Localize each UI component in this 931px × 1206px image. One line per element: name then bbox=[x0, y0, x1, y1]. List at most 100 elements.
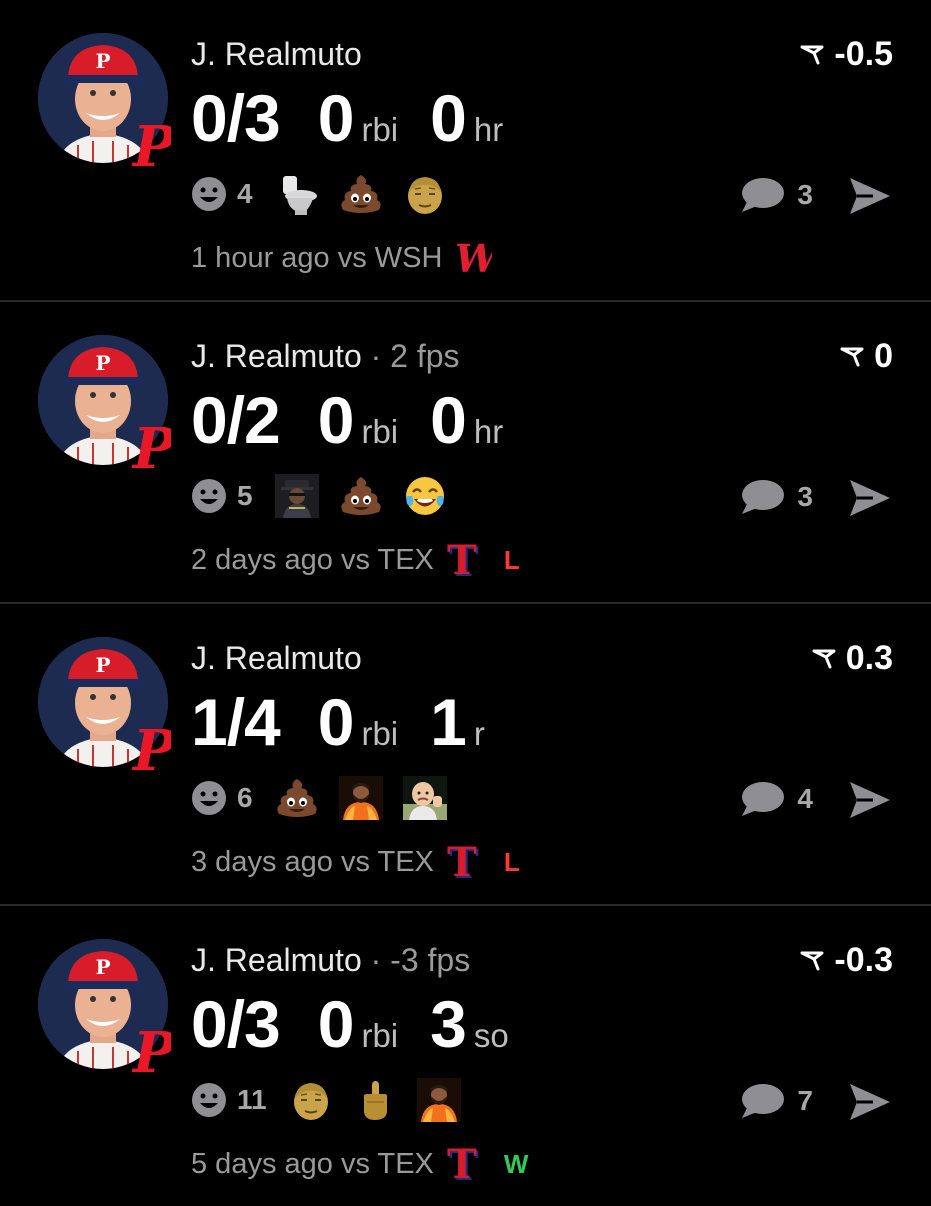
phillies-logo-icon: P bbox=[131, 1022, 171, 1078]
reaction-count: 4 bbox=[237, 178, 253, 209]
stat-line: 0/2 0 rbi 0 hr bbox=[191, 382, 535, 457]
game-info[interactable]: 1 hour ago vs WSH W bbox=[191, 236, 512, 281]
game-card-1[interactable]: P P J. Realmuto -0.5 0/3 0 rbi 0 hr 4 3 … bbox=[0, 0, 931, 300]
game-info[interactable]: 3 days ago vs TEX TT L bbox=[191, 839, 520, 888]
stat-value: 0 bbox=[317, 81, 355, 155]
svg-text:T: T bbox=[447, 1144, 477, 1184]
share-send-icon[interactable] bbox=[847, 476, 893, 520]
stat-unit: rbi bbox=[361, 1017, 399, 1054]
player-name-line[interactable]: J. Realmuto · 2 fps bbox=[191, 338, 460, 375]
share-send-icon[interactable] bbox=[847, 1080, 893, 1124]
player-name[interactable]: J. Realmuto bbox=[191, 36, 362, 72]
game-feed: P P J. Realmuto -0.5 0/3 0 rbi 0 hr 4 3 … bbox=[0, 0, 931, 1200]
value-delta: 0.3 bbox=[812, 639, 893, 678]
comments-button[interactable]: 4 bbox=[739, 780, 813, 818]
game-card-4[interactable]: P P J. Realmuto · -3 fps -0.3 0/3 0 rbi 3 so… bbox=[0, 906, 931, 1206]
trend-indicator-icon bbox=[800, 45, 824, 64]
tears-of-joy-icon[interactable] bbox=[403, 474, 447, 518]
poop-icon[interactable] bbox=[339, 474, 383, 518]
game-info[interactable]: 2 days ago vs TEX TT L bbox=[191, 537, 520, 586]
reactions-bar[interactable]: 6 bbox=[191, 776, 467, 820]
game-info[interactable]: 5 days ago vs TEX TT W bbox=[191, 1141, 529, 1190]
player-name[interactable]: J. Realmuto bbox=[191, 640, 362, 676]
stat-value: 0/3 bbox=[191, 81, 281, 155]
reaction-count: 6 bbox=[237, 782, 253, 813]
comment-bubble-icon bbox=[742, 480, 785, 514]
stat-value: 0 bbox=[317, 685, 355, 759]
comment-count: 7 bbox=[797, 1085, 813, 1116]
game-card-2[interactable]: P P J. Realmuto · 2 fps 0 0/2 0 rbi 0 hr 5 bbox=[0, 302, 931, 602]
drake-gif-icon[interactable] bbox=[416, 1078, 461, 1122]
stat-unit: so bbox=[473, 1017, 509, 1054]
stat-value: 1/4 bbox=[191, 685, 281, 759]
rangers-logo-icon: TT bbox=[444, 1141, 484, 1190]
stat-unit: hr bbox=[473, 111, 504, 148]
comments-button[interactable]: 3 bbox=[739, 176, 813, 214]
svg-text:P: P bbox=[95, 49, 110, 73]
reaction-count: 11 bbox=[237, 1084, 267, 1115]
comment-bubble-icon bbox=[742, 1084, 785, 1118]
game-time-opponent: 3 days ago vs TEX bbox=[191, 845, 434, 878]
svg-text:P: P bbox=[95, 351, 110, 375]
stat-value: 0 bbox=[317, 383, 355, 457]
rapper-gif-icon[interactable] bbox=[274, 474, 319, 518]
comments-button[interactable]: 7 bbox=[739, 1082, 813, 1120]
reactions-bar[interactable]: 4 bbox=[191, 172, 467, 216]
smiley-reaction-icon[interactable] bbox=[191, 780, 227, 816]
comments-button[interactable]: 3 bbox=[739, 478, 813, 516]
delta-value: -0.5 bbox=[834, 35, 893, 73]
game-time-opponent: 2 days ago vs TEX bbox=[191, 543, 434, 576]
middle-finger-icon[interactable] bbox=[353, 1078, 397, 1122]
fps-score: · 2 fps bbox=[361, 338, 460, 374]
smiley-reaction-icon[interactable] bbox=[191, 1082, 227, 1118]
player-name-line[interactable]: J. Realmuto bbox=[191, 640, 362, 677]
stat-value: 3 bbox=[430, 987, 467, 1061]
player-name-line[interactable]: J. Realmuto · -3 fps bbox=[191, 942, 470, 979]
comment-bubble-icon bbox=[742, 782, 785, 816]
share-send-icon[interactable] bbox=[847, 778, 893, 822]
player-name[interactable]: J. Realmuto bbox=[191, 338, 362, 374]
trend-indicator-icon bbox=[812, 649, 836, 668]
share-send-icon[interactable] bbox=[847, 174, 893, 218]
reaction-count: 5 bbox=[237, 480, 253, 511]
stat-value: 0/2 bbox=[191, 383, 281, 457]
delta-value: 0 bbox=[874, 337, 893, 375]
delta-value: 0.3 bbox=[845, 639, 893, 677]
toilet-icon[interactable] bbox=[275, 172, 319, 216]
smiley-reaction-icon[interactable] bbox=[191, 176, 227, 212]
delta-value: -0.3 bbox=[834, 941, 893, 979]
stat-unit: r bbox=[473, 715, 485, 752]
old-man-face-icon[interactable] bbox=[403, 172, 447, 216]
stat-unit: rbi bbox=[361, 111, 399, 148]
drake-gif-icon[interactable] bbox=[338, 776, 383, 820]
svg-text:P: P bbox=[131, 720, 171, 776]
value-delta: -0.5 bbox=[800, 35, 893, 74]
player-name-line[interactable]: J. Realmuto bbox=[191, 36, 362, 73]
game-time-opponent: 1 hour ago vs WSH bbox=[191, 241, 443, 274]
game-time-opponent: 5 days ago vs TEX bbox=[191, 1147, 434, 1180]
svg-text:T: T bbox=[447, 540, 477, 580]
poop-icon[interactable] bbox=[275, 776, 319, 820]
svg-text:P: P bbox=[95, 653, 110, 677]
success-kid-gif-icon[interactable] bbox=[402, 776, 447, 820]
phillies-logo-icon: P bbox=[131, 116, 171, 172]
rangers-logo-icon: TT bbox=[444, 839, 484, 888]
player-name[interactable]: J. Realmuto bbox=[191, 942, 362, 978]
stat-unit: rbi bbox=[361, 413, 399, 450]
stat-value: 0/3 bbox=[191, 987, 281, 1061]
svg-text:T: T bbox=[447, 842, 477, 882]
stat-unit: rbi bbox=[361, 715, 399, 752]
value-delta: 0 bbox=[840, 337, 893, 376]
rangers-logo-icon: TT bbox=[444, 537, 484, 586]
stat-value: 0 bbox=[430, 81, 467, 155]
stat-value: 1 bbox=[430, 685, 467, 759]
svg-text:P: P bbox=[95, 955, 110, 979]
reactions-bar[interactable]: 11 bbox=[191, 1078, 481, 1122]
reactions-bar[interactable]: 5 bbox=[191, 474, 467, 518]
game-card-3[interactable]: P P J. Realmuto 0.3 1/4 0 rbi 1 r 6 4 3 … bbox=[0, 604, 931, 904]
stat-line: 1/4 0 rbi 1 r bbox=[191, 684, 517, 759]
old-man-face-icon[interactable] bbox=[289, 1078, 333, 1122]
game-result: W bbox=[503, 1148, 529, 1179]
poop-icon[interactable] bbox=[339, 172, 383, 216]
smiley-reaction-icon[interactable] bbox=[191, 478, 227, 514]
